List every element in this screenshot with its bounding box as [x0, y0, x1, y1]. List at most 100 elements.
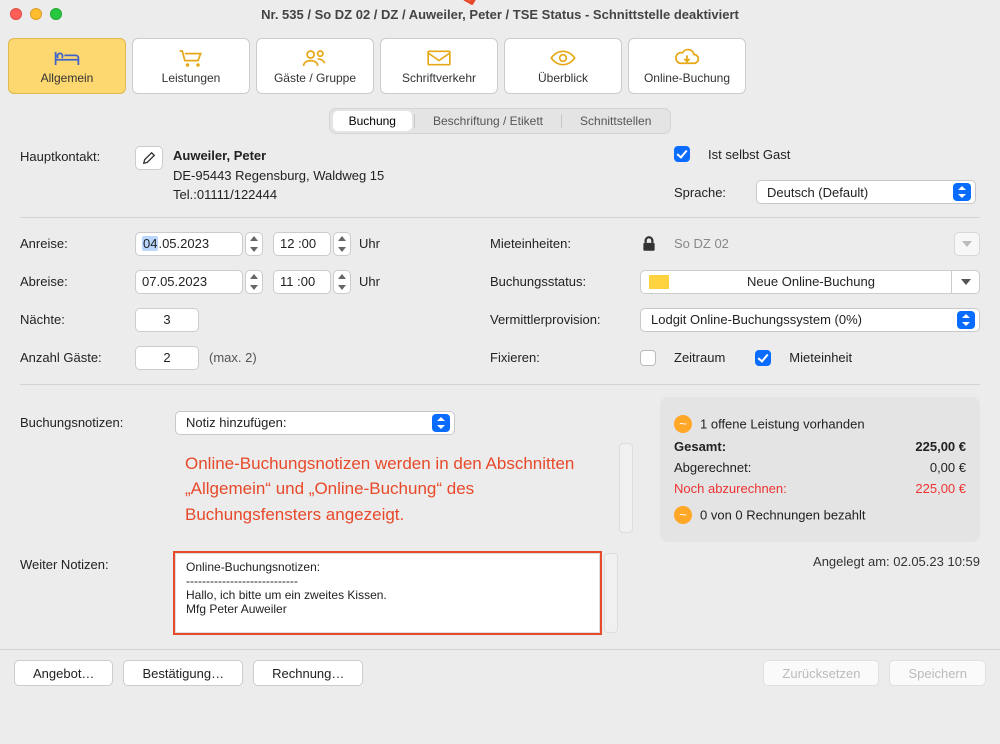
notiz-hinzufuegen-value: Notiz hinzufügen: — [186, 415, 286, 430]
naechte-input[interactable]: 3 — [135, 308, 199, 332]
anreise-date-stepper[interactable] — [245, 232, 263, 256]
tab-label: Leistungen — [162, 71, 221, 85]
subtab-segment: Buchung Beschriftung / Etikett Schnittst… — [14, 108, 986, 134]
summary-box: ~1 offene Leistung vorhanden Gesamt: 225,… — [660, 397, 980, 542]
sprache-select[interactable]: Deutsch (Default) — [756, 180, 976, 204]
abreise-date-stepper[interactable] — [245, 270, 263, 294]
anzahl-gaeste-label: Anzahl Gäste: — [20, 350, 135, 365]
buchungsstatus-value: Neue Online-Buchung — [747, 274, 875, 289]
annotation-callout: Online-Buchungsnotizen werden in den Abs… — [175, 443, 615, 536]
tab-label: Allgemein — [41, 71, 94, 85]
anreise-label: Anreise: — [20, 236, 135, 251]
checkbox-unchecked-icon — [640, 350, 656, 366]
noch-abzurechnen-label: Noch abzurechnen: — [674, 481, 787, 496]
select-arrows-icon — [957, 311, 975, 329]
ist-selbst-gast-checkbox[interactable]: Ist selbst Gast — [674, 146, 790, 162]
tab-label: Schriftverkehr — [402, 71, 476, 85]
abgerechnet-value: 0,00 € — [930, 460, 966, 475]
uhr-label: Uhr — [359, 274, 380, 289]
buchungsstatus-field[interactable]: Neue Online-Buchung — [640, 270, 952, 294]
anreise-time-input[interactable]: 12 :00 — [273, 232, 331, 256]
scrollbar[interactable] — [619, 443, 633, 533]
guests-icon — [301, 47, 329, 69]
notiz-hinzufuegen-select[interactable]: Notiz hinzufügen: — [175, 411, 455, 435]
buchungsnotizen-label: Buchungsnotizen: — [20, 411, 175, 430]
mieteinheit-value: So DZ 02 — [666, 232, 948, 256]
weiter-notizen-label: Weiter Notizen: — [20, 553, 175, 572]
bestaetigung-button[interactable]: Bestätigung… — [123, 660, 243, 686]
tab-label: Überblick — [538, 71, 588, 85]
select-arrows-icon — [953, 183, 971, 201]
bed-icon — [53, 47, 81, 69]
naechte-label: Nächte: — [20, 312, 135, 327]
cart-icon — [177, 47, 205, 69]
chevron-down-icon — [961, 279, 971, 285]
anzahl-gaeste-input[interactable]: 2 — [135, 346, 199, 370]
subtab-schnittstellen[interactable]: Schnittstellen — [564, 111, 667, 131]
buchungsstatus-dropdown[interactable] — [952, 270, 980, 294]
tab-label: Online-Buchung — [644, 71, 730, 85]
abgerechnet-label: Abgerechnet: — [674, 460, 751, 475]
rechnungen-text: 0 von 0 Rechnungen bezahlt — [700, 507, 866, 522]
buchungsstatus-label: Buchungsstatus: — [490, 274, 640, 289]
abreise-label: Abreise: — [20, 274, 135, 289]
tab-leistungen[interactable]: Leistungen — [132, 38, 250, 94]
checkbox-checked-icon — [674, 146, 690, 162]
mieteinheit-checkbox[interactable]: Mieteinheit — [755, 350, 852, 366]
noch-abzurechnen-value: 225,00 € — [915, 481, 966, 496]
vermittlerprovision-value: Lodgit Online-Buchungssystem (0%) — [651, 312, 862, 327]
angebot-button[interactable]: Angebot… — [14, 660, 113, 686]
angelegt-am: Angelegt am: 02.05.23 10:59 — [653, 554, 980, 569]
open-service-text: 1 offene Leistung vorhanden — [700, 416, 865, 431]
gesamt-label: Gesamt: — [674, 439, 726, 454]
status-color-swatch — [649, 275, 669, 289]
tab-ueberblick[interactable]: Überblick — [504, 38, 622, 94]
scrollbar[interactable] — [604, 553, 618, 633]
warning-icon: ~ — [674, 415, 692, 433]
main-toolbar: Allgemein Leistungen Gäste / Gruppe Schr… — [0, 28, 1000, 104]
tab-label: Gäste / Gruppe — [274, 71, 356, 85]
checkbox-label: Ist selbst Gast — [708, 147, 790, 162]
contact-phone: Tel.:01111/122444 — [173, 185, 384, 205]
footer-bar: Angebot… Bestätigung… Rechnung… Zurückse… — [0, 649, 1000, 696]
abreise-time-input[interactable]: 11 :00 — [273, 270, 331, 294]
checkbox-checked-icon — [755, 350, 771, 366]
eye-icon — [549, 47, 577, 69]
vermittlerprovision-label: Vermittlerprovision: — [490, 312, 640, 327]
sprache-value: Deutsch (Default) — [767, 185, 868, 200]
rechnung-button[interactable]: Rechnung… — [253, 660, 363, 686]
anreise-time-stepper[interactable] — [333, 232, 351, 256]
edit-contact-button[interactable] — [135, 146, 163, 170]
vermittlerprovision-select[interactable]: Lodgit Online-Buchungssystem (0%) — [640, 308, 980, 332]
tab-gaeste-gruppe[interactable]: Gäste / Gruppe — [256, 38, 374, 94]
mieteinheit-dropdown[interactable] — [954, 232, 980, 256]
tab-allgemein[interactable]: Allgemein — [8, 38, 126, 94]
lock-icon — [640, 235, 658, 253]
abreise-date-input[interactable]: 07.05.2023 — [135, 270, 243, 294]
contact-name: Auweiler, Peter — [173, 146, 384, 166]
mail-icon — [425, 47, 453, 69]
weiter-notizen-textarea[interactable]: Online-Buchungsnotizen: ----------------… — [175, 553, 600, 633]
tab-schriftverkehr[interactable]: Schriftverkehr — [380, 38, 498, 94]
cloud-download-icon — [673, 47, 701, 69]
gesamt-value: 225,00 € — [915, 439, 966, 454]
contact-block: Auweiler, Peter DE-95443 Regensburg, Wal… — [173, 146, 384, 205]
uhr-label: Uhr — [359, 236, 380, 251]
pencil-icon — [142, 151, 156, 165]
fixieren-label: Fixieren: — [490, 350, 640, 365]
window-title: Nr. 535 / So DZ 02 / DZ / Auweiler, Pete… — [0, 7, 1000, 22]
sprache-label: Sprache: — [674, 185, 744, 200]
checkbox-label: Zeitraum — [674, 350, 725, 365]
hauptkontakt-label: Hauptkontakt: — [20, 146, 135, 164]
abreise-time-stepper[interactable] — [333, 270, 351, 294]
subtab-buchung[interactable]: Buchung — [333, 111, 412, 131]
speichern-button: Speichern — [889, 660, 986, 686]
zeitraum-checkbox[interactable]: Zeitraum — [640, 350, 725, 366]
anreise-date-input[interactable]: 04.05.2023 — [135, 232, 243, 256]
zuruecksetzen-button: Zurücksetzen — [763, 660, 879, 686]
tab-online-buchung[interactable]: Online-Buchung — [628, 38, 746, 94]
subtab-beschriftung[interactable]: Beschriftung / Etikett — [417, 111, 559, 131]
warning-icon: ~ — [674, 506, 692, 524]
mieteinheiten-label: Mieteinheiten: — [490, 236, 640, 251]
select-arrows-icon — [432, 414, 450, 432]
